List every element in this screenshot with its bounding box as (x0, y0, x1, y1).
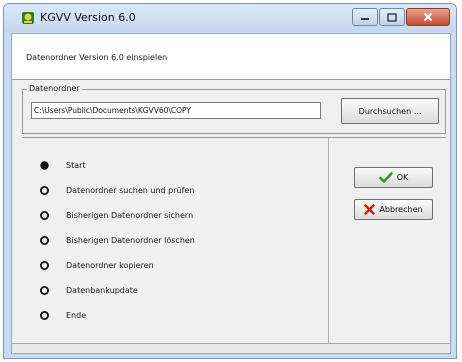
ok-button-label: OK (396, 173, 409, 182)
step-label: Ende (66, 310, 87, 320)
x-mark-icon (364, 204, 376, 215)
browse-button[interactable]: Durchsuchen ... (341, 98, 439, 124)
step-copy: Datenordner kopieren (39, 258, 154, 272)
folder-group-label: Datenordner (27, 84, 82, 93)
step-label: Start (66, 160, 86, 170)
step-label: Datenordner suchen und prüfen (66, 185, 195, 195)
app-window: KGVV Version 6.0 Datenordner Version 6.0… (3, 3, 457, 359)
kgvv-app-icon (22, 12, 34, 24)
window-title: KGVV Version 6.0 (40, 11, 136, 24)
cancel-button-label: Abbrechen (379, 205, 423, 214)
step-pending-circle-icon (40, 260, 49, 270)
minimize-icon (361, 18, 369, 20)
close-icon (423, 12, 433, 22)
step-end: Ende (39, 308, 86, 322)
checkmark-icon (378, 172, 393, 183)
step-backup: Bisherigen Datenordner sichern (39, 208, 193, 222)
folder-groupbox: Datenordner Durchsuchen ... (22, 84, 446, 134)
browse-button-label: Durchsuchen ... (358, 106, 422, 116)
step-pending-circle-icon (40, 235, 49, 245)
step-pending-circle-icon (40, 185, 49, 195)
step-pending-circle-icon (40, 285, 49, 295)
step-search-check: Datenordner suchen und prüfen (39, 183, 194, 197)
step-start: Start (39, 158, 86, 172)
step-pending-circle-icon (40, 210, 49, 220)
dialog-header: Datenordner Version 6.0 einspielen (12, 34, 450, 80)
step-label: Bisherigen Datenordner löschen (66, 235, 195, 245)
maximize-icon (387, 12, 397, 22)
cancel-button[interactable]: Abbrechen (354, 199, 433, 220)
minimize-button[interactable] (352, 8, 378, 26)
step-pending-circle-icon (40, 310, 49, 320)
step-label: Bisherigen Datenordner sichern (66, 210, 194, 220)
step-delete: Bisherigen Datenordner löschen (39, 233, 195, 247)
step-label: Datenbankupdate (66, 285, 138, 295)
caption-buttons (352, 8, 450, 26)
dialog-client-area: Datenordner Version 6.0 einspielen Daten… (11, 33, 451, 354)
step-db-update: Datenbankupdate (39, 283, 138, 297)
dialog-subtitle: Datenordner Version 6.0 einspielen (26, 53, 168, 62)
column-divider (328, 138, 329, 346)
step-label: Datenordner kopieren (66, 260, 154, 270)
maximize-button[interactable] (379, 8, 405, 26)
folder-path-input[interactable] (31, 102, 321, 119)
step-active-bullet-icon (40, 160, 49, 170)
status-bar (12, 343, 450, 353)
close-button[interactable] (406, 8, 450, 26)
title-bar[interactable]: KGVV Version 6.0 (4, 4, 456, 32)
ok-button[interactable]: OK (354, 167, 433, 188)
section-divider (22, 137, 446, 138)
